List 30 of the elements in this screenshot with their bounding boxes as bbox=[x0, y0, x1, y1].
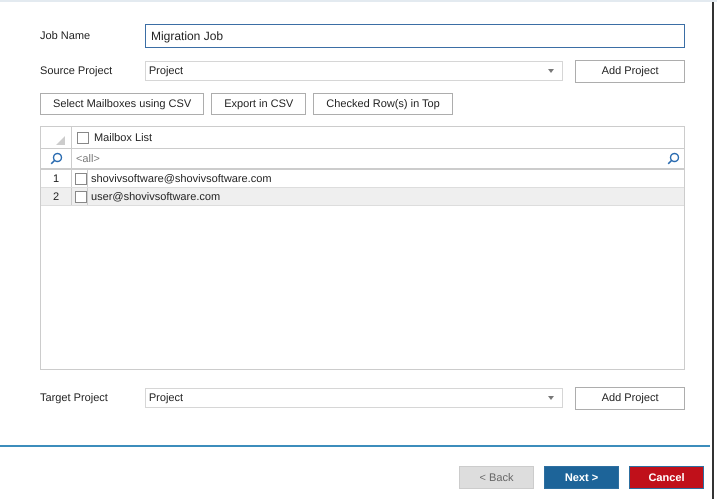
row-number: 2 bbox=[41, 188, 72, 205]
checkbox[interactable] bbox=[77, 132, 89, 144]
mailbox-cell-text: shovivsoftware@shovivsoftware.com bbox=[90, 172, 272, 184]
field-label: Job Name bbox=[40, 30, 92, 42]
corner-icon bbox=[56, 136, 64, 145]
toolbar-button[interactable]: Select Mailboxes using CSV bbox=[40, 93, 204, 115]
row-number: 1 bbox=[41, 170, 72, 187]
dropdown-value: Project bbox=[148, 65, 184, 77]
cancel-button[interactable]: Cancel bbox=[629, 466, 704, 489]
field-label: Source Project bbox=[40, 65, 114, 77]
project-dropdown[interactable]: Project bbox=[144, 388, 564, 408]
column-header[interactable]: Mailbox List bbox=[94, 132, 152, 144]
add-project-button[interactable]: Add Project bbox=[575, 60, 685, 82]
search-icon bbox=[667, 152, 680, 165]
mailbox-cell-text: user@shovivsoftware.com bbox=[90, 190, 220, 202]
add-project-button[interactable]: Add Project bbox=[575, 386, 685, 410]
checkbox[interactable] bbox=[75, 172, 87, 184]
checkbox[interactable] bbox=[75, 190, 87, 202]
grid-row[interactable]: 2 user@shovivsoftware.com bbox=[41, 188, 684, 206]
next-button[interactable]: Next > bbox=[544, 466, 619, 489]
caret-icon bbox=[548, 69, 554, 73]
job-name-field[interactable]: Migration Job bbox=[145, 24, 685, 48]
toolbar-button[interactable]: Export in CSV bbox=[211, 93, 306, 115]
search-icon bbox=[50, 152, 62, 165]
filter-field[interactable]: <all> bbox=[72, 152, 684, 165]
dropdown-value: Project bbox=[148, 392, 184, 404]
project-dropdown[interactable]: Project bbox=[144, 61, 564, 81]
toolbar-button[interactable]: Checked Row(s) in Top bbox=[313, 93, 453, 115]
caret-icon bbox=[548, 396, 554, 400]
field-label: Target Project bbox=[40, 392, 109, 404]
